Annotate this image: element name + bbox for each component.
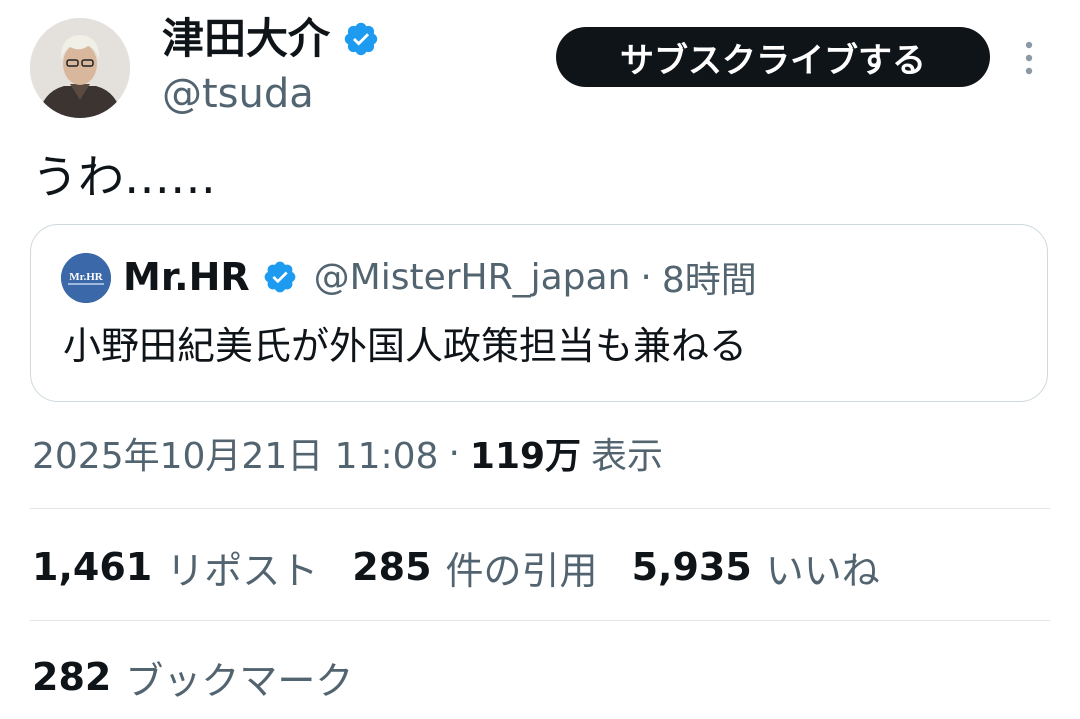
likes-label: いいね <box>765 548 880 593</box>
quote-text: 小野田紀美氏が外国人政策担当も兼ねる <box>63 324 748 368</box>
likes-stat[interactable]: 5,935 いいね <box>632 540 880 595</box>
tweet-meta: 2025年10月21日 11:08 · 119万 表示 <box>32 424 663 482</box>
quote-verified-badge-icon <box>264 261 296 293</box>
engagement-stats: 1,461 リポスト 285 件の引用 5,935 いいね <box>32 538 914 596</box>
quote-header: Mr.HR @MisterHR_japan · 8時間 <box>123 249 757 305</box>
meta-separator: · <box>448 432 460 474</box>
reposts-stat[interactable]: 1,461 リポスト <box>32 540 318 595</box>
subscribe-button[interactable]: サブスクライブする <box>556 27 990 87</box>
more-options-icon[interactable] <box>1014 38 1044 78</box>
bookmarks-stat[interactable]: 282 ブックマーク <box>32 648 353 706</box>
quote-author-name[interactable]: Mr.HR <box>123 255 250 299</box>
reposts-count: 1,461 <box>32 545 153 589</box>
bookmarks-label: ブックマーク <box>125 658 354 703</box>
reposts-label: リポスト <box>166 548 319 593</box>
divider <box>30 508 1050 509</box>
tweet-text: うわ…… <box>32 150 216 204</box>
author-handle[interactable]: @tsuda <box>162 68 314 120</box>
quote-author-avatar[interactable]: Mr.HR <box>61 253 111 303</box>
verified-badge-icon <box>344 22 378 56</box>
quote-separator: · <box>640 256 652 298</box>
tweet-detail: 津田大介 @tsuda サブスクライブする うわ…… Mr.HR Mr.HR @… <box>0 0 1080 719</box>
mrhr-logo-avatar-icon: Mr.HR <box>61 253 111 303</box>
author-avatar[interactable] <box>30 18 130 118</box>
quotes-count: 285 <box>352 545 432 589</box>
author-name-row[interactable]: 津田大介 <box>162 10 380 68</box>
quote-avatar-logo-text: Mr.HR <box>69 271 104 283</box>
author-name[interactable]: 津田大介 <box>162 10 330 68</box>
views-label: 表示 <box>591 436 664 477</box>
tweet-timestamp[interactable]: 2025年10月21日 11:08 <box>32 427 438 479</box>
quote-author-handle[interactable]: @MisterHR_japan <box>314 257 631 298</box>
divider <box>30 620 1050 621</box>
quote-timestamp[interactable]: 8時間 <box>662 251 757 303</box>
user-photo-avatar-icon <box>30 18 130 118</box>
views-count: 119万 <box>469 436 582 477</box>
likes-count: 5,935 <box>631 545 752 589</box>
bookmarks-count: 282 <box>32 655 112 699</box>
quotes-stat[interactable]: 285 件の引用 <box>352 540 597 595</box>
quoted-tweet-card[interactable]: Mr.HR Mr.HR @MisterHR_japan · 8時間 小野田紀美氏… <box>30 224 1048 402</box>
quotes-label: 件の引用 <box>445 548 598 593</box>
